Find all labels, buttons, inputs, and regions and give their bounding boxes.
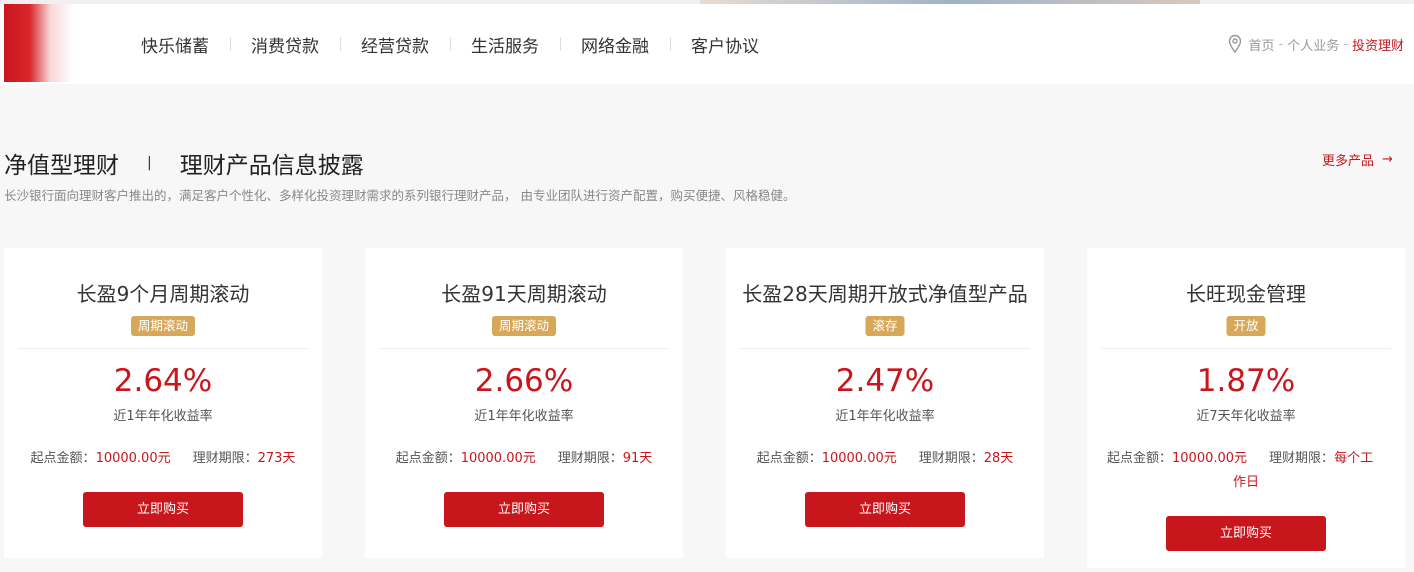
title-divider: | bbox=[147, 155, 152, 171]
card-divider bbox=[18, 348, 308, 349]
min-amount-label: 起点金额： bbox=[1107, 451, 1173, 466]
product-badge: 周期滚动 bbox=[491, 316, 557, 336]
product-info: 起点金额：10000.00元 理财期限：91天 bbox=[365, 447, 683, 466]
product-info: 起点金额：10000.00元 理财期限：每个工 作日 bbox=[1107, 447, 1397, 495]
product-rate-label: 近7天年化收益率 bbox=[1196, 409, 1296, 424]
term-label: 理财期限： bbox=[1269, 451, 1335, 466]
product-rate-label: 近1年年化收益率 bbox=[113, 409, 213, 424]
term-value: 每个工 bbox=[1334, 451, 1374, 466]
product-badge: 开放 bbox=[1226, 316, 1266, 336]
product-card: 长旺现金管理 开放 1.87% 近7天年化收益率 起点金额：10000.00元 理… bbox=[1087, 248, 1405, 568]
nav-item-business-loans[interactable]: 经营贷款 bbox=[340, 32, 450, 57]
product-info-line: 起点金额：10000.00元 理财期限：每个工 bbox=[1107, 447, 1397, 471]
product-rate: 2.64% bbox=[113, 363, 213, 399]
section-title: 净值型理财 | 理财产品信息披露 bbox=[4, 146, 364, 180]
term-label: 理财期限： bbox=[192, 451, 258, 466]
nav-item-customer-agreement[interactable]: 客户协议 bbox=[670, 32, 780, 57]
min-amount-value: 10000.00元 bbox=[821, 451, 897, 466]
term-label: 理财期限： bbox=[918, 451, 984, 466]
breadcrumb-separator: - bbox=[1343, 36, 1348, 52]
term-value: 28天 bbox=[983, 451, 1014, 466]
min-amount-label: 起点金额： bbox=[395, 451, 461, 466]
location-pin-icon bbox=[1228, 34, 1241, 54]
product-rate-label: 近1年年化收益率 bbox=[835, 409, 935, 424]
nav-item-online-finance[interactable]: 网络金融 bbox=[560, 32, 670, 57]
product-name[interactable]: 长盈91天周期滚动 bbox=[365, 278, 683, 307]
product-rate: 1.87% bbox=[1196, 363, 1296, 399]
more-products-label: 更多产品 bbox=[1322, 154, 1375, 169]
min-amount-value: 10000.00元 bbox=[95, 451, 171, 466]
card-divider bbox=[740, 348, 1030, 349]
product-rate: 2.47% bbox=[835, 363, 935, 399]
product-info-line: 作日 bbox=[1107, 471, 1397, 495]
product-badge: 周期滚动 bbox=[130, 316, 196, 336]
product-rate: 2.66% bbox=[474, 363, 574, 399]
card-divider bbox=[1101, 348, 1391, 349]
card-divider bbox=[379, 348, 669, 349]
section-description: 长沙银行面向理财客户推出的，满足客户个性化、多样化投资理财需求的系列银行理财产品… bbox=[4, 188, 796, 203]
nav-item-consumer-loans[interactable]: 消费贷款 bbox=[230, 32, 340, 57]
nav-item-life-services[interactable]: 生活服务 bbox=[450, 32, 560, 57]
product-card: 长盈28天周期开放式净值型产品 滚存 2.47% 近1年年化收益率 起点金额：1… bbox=[726, 248, 1044, 558]
term-label: 理财期限： bbox=[557, 451, 623, 466]
product-name[interactable]: 长旺现金管理 bbox=[1087, 278, 1405, 307]
term-value-continued: 作日 bbox=[1233, 475, 1260, 490]
breadcrumb-home[interactable]: 首页 bbox=[1249, 35, 1275, 54]
min-amount-label: 起点金额： bbox=[30, 451, 96, 466]
main-nav: 快乐储蓄 消费贷款 经营贷款 生活服务 网络金融 客户协议 bbox=[120, 4, 780, 84]
arrow-right-icon: → bbox=[1382, 152, 1393, 167]
tab-product-disclosure[interactable]: 理财产品信息披露 bbox=[180, 146, 364, 180]
breadcrumb-separator: - bbox=[1278, 36, 1284, 52]
min-amount-value: 10000.00元 bbox=[460, 451, 536, 466]
min-amount-value: 10000.00元 bbox=[1172, 451, 1248, 466]
product-badge: 滚存 bbox=[865, 316, 905, 336]
buy-now-button[interactable]: 立即购买 bbox=[444, 492, 604, 527]
breadcrumb-personal[interactable]: 个人业务 bbox=[1287, 35, 1339, 54]
buy-now-button[interactable]: 立即购买 bbox=[83, 492, 243, 527]
product-name[interactable]: 长盈9个月周期滚动 bbox=[4, 278, 322, 307]
tab-net-value-wealth[interactable]: 净值型理财 bbox=[4, 146, 119, 180]
nav-item-savings[interactable]: 快乐储蓄 bbox=[120, 32, 230, 57]
more-products-link[interactable]: 更多产品 → bbox=[1322, 150, 1393, 169]
term-value: 273天 bbox=[257, 451, 296, 466]
breadcrumb: 首页 - 个人业务 - 投资理财 bbox=[1227, 34, 1404, 54]
product-card: 长盈91天周期滚动 周期滚动 2.66% 近1年年化收益率 起点金额：10000… bbox=[365, 248, 683, 558]
min-amount-label: 起点金额： bbox=[756, 451, 822, 466]
buy-now-button[interactable]: 立即购买 bbox=[805, 492, 965, 527]
bank-logo[interactable] bbox=[4, 4, 120, 82]
product-info: 起点金额：10000.00元 理财期限：273天 bbox=[4, 447, 322, 466]
site-header: 快乐储蓄 消费贷款 经营贷款 生活服务 网络金融 客户协议 首页 - 个人业务 … bbox=[0, 4, 1414, 84]
buy-now-button[interactable]: 立即购买 bbox=[1166, 516, 1326, 551]
product-name[interactable]: 长盈28天周期开放式净值型产品 bbox=[726, 278, 1044, 307]
product-info: 起点金额：10000.00元 理财期限：28天 bbox=[726, 447, 1044, 466]
term-value: 91天 bbox=[622, 451, 653, 466]
breadcrumb-current: 投资理财 bbox=[1351, 38, 1404, 54]
product-rate-label: 近1年年化收益率 bbox=[474, 409, 574, 424]
product-card: 长盈9个月周期滚动 周期滚动 2.64% 近1年年化收益率 起点金额：10000… bbox=[4, 248, 322, 558]
